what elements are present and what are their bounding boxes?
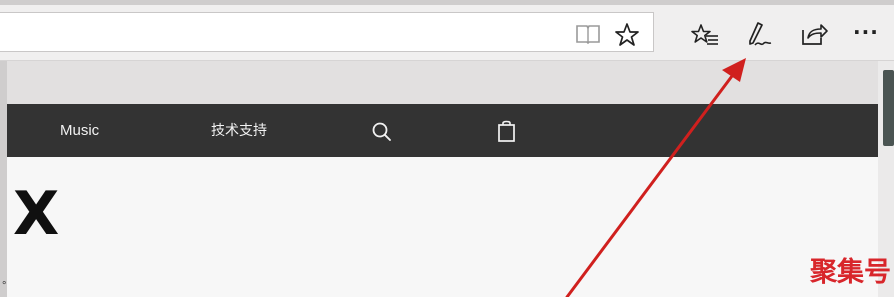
site-navigation-bar: Music 技术支持 (7, 104, 878, 157)
favorites-hub-icon[interactable] (690, 22, 720, 48)
reading-view-icon[interactable] (574, 22, 602, 46)
corner-glyph: ° (2, 280, 7, 292)
page-heading: X (13, 179, 60, 249)
more-ellipsis-icon[interactable]: ··· (853, 20, 879, 44)
web-note-pen-icon[interactable] (744, 20, 774, 50)
address-bar[interactable] (0, 12, 654, 52)
window-left-edge (0, 61, 7, 297)
share-icon[interactable] (799, 20, 829, 48)
nav-item-music[interactable]: Music (60, 104, 99, 157)
watermark-text: 聚集号 (810, 257, 891, 288)
page-content (7, 157, 878, 297)
favorite-star-icon[interactable] (614, 22, 640, 48)
nav-item-support[interactable]: 技术支持 (211, 104, 267, 157)
shopping-bag-icon[interactable] (496, 119, 518, 143)
search-icon[interactable] (371, 121, 393, 143)
scrollbar-thumb[interactable] (883, 70, 894, 146)
